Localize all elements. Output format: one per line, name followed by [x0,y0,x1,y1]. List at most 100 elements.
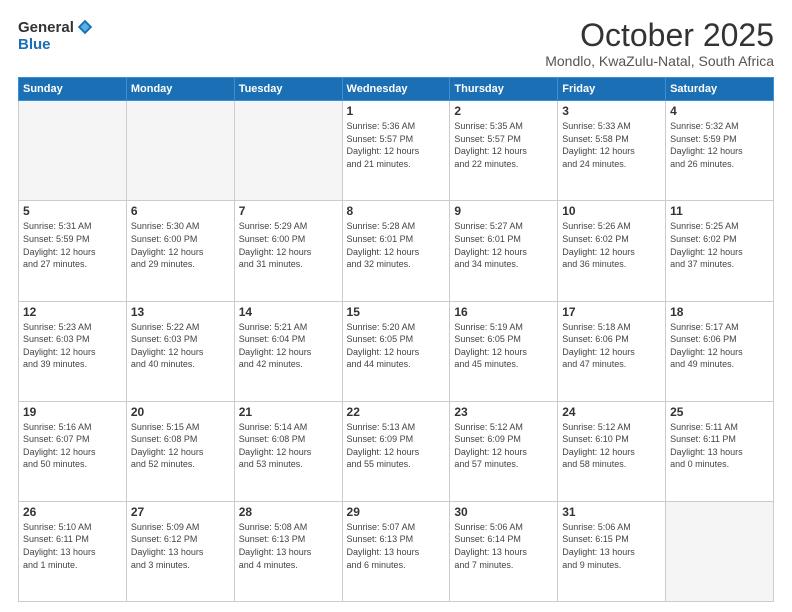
day-number: 9 [454,204,553,218]
calendar-week-row: 1 Sunrise: 5:36 AM Sunset: 5:57 PM Daylig… [19,101,774,201]
table-row: 27 Sunrise: 5:09 AM Sunset: 6:12 PM Dayli… [126,501,234,601]
day-number: 15 [347,305,446,319]
day-info: Sunrise: 5:06 AM Sunset: 6:14 PM Dayligh… [454,521,553,571]
table-row: 13 Sunrise: 5:22 AM Sunset: 6:03 PM Dayli… [126,301,234,401]
day-number: 28 [239,505,338,519]
day-info: Sunrise: 5:23 AM Sunset: 6:03 PM Dayligh… [23,321,122,371]
day-number: 24 [562,405,661,419]
day-info: Sunrise: 5:18 AM Sunset: 6:06 PM Dayligh… [562,321,661,371]
day-info: Sunrise: 5:36 AM Sunset: 5:57 PM Dayligh… [347,120,446,170]
day-info: Sunrise: 5:09 AM Sunset: 6:12 PM Dayligh… [131,521,230,571]
day-number: 14 [239,305,338,319]
table-row: 6 Sunrise: 5:30 AM Sunset: 6:00 PM Daylig… [126,201,234,301]
table-row: 20 Sunrise: 5:15 AM Sunset: 6:08 PM Dayli… [126,401,234,501]
day-number: 7 [239,204,338,218]
day-number: 27 [131,505,230,519]
table-row: 25 Sunrise: 5:11 AM Sunset: 6:11 PM Dayli… [666,401,774,501]
day-number: 22 [347,405,446,419]
location: Mondlo, KwaZulu-Natal, South Africa [545,53,774,69]
col-saturday: Saturday [666,78,774,101]
day-number: 21 [239,405,338,419]
day-info: Sunrise: 5:13 AM Sunset: 6:09 PM Dayligh… [347,421,446,471]
table-row: 30 Sunrise: 5:06 AM Sunset: 6:14 PM Dayli… [450,501,558,601]
col-sunday: Sunday [19,78,127,101]
day-info: Sunrise: 5:06 AM Sunset: 6:15 PM Dayligh… [562,521,661,571]
table-row [666,501,774,601]
day-number: 31 [562,505,661,519]
day-number: 25 [670,405,769,419]
day-number: 6 [131,204,230,218]
table-row: 10Sunrise: 5:26 AM Sunset: 6:02 PM Dayli… [558,201,666,301]
day-number: 1 [347,104,446,118]
table-row: 8 Sunrise: 5:28 AM Sunset: 6:01 PM Daylig… [342,201,450,301]
day-info: Sunrise: 5:21 AM Sunset: 6:04 PM Dayligh… [239,321,338,371]
day-number: 4 [670,104,769,118]
day-number: 29 [347,505,446,519]
day-info: Sunrise: 5:07 AM Sunset: 6:13 PM Dayligh… [347,521,446,571]
day-number: 19 [23,405,122,419]
logo-general-text: General [18,19,74,36]
day-info: Sunrise: 5:30 AM Sunset: 6:00 PM Dayligh… [131,220,230,270]
day-info: Sunrise: 5:33 AM Sunset: 5:58 PM Dayligh… [562,120,661,170]
day-info: Sunrise: 5:08 AM Sunset: 6:13 PM Dayligh… [239,521,338,571]
table-row: 3Sunrise: 5:33 AM Sunset: 5:58 PM Daylig… [558,101,666,201]
day-number: 18 [670,305,769,319]
day-info: Sunrise: 5:11 AM Sunset: 6:11 PM Dayligh… [670,421,769,471]
col-thursday: Thursday [450,78,558,101]
month-title: October 2025 [545,18,774,53]
col-tuesday: Tuesday [234,78,342,101]
table-row [126,101,234,201]
table-row: 19 Sunrise: 5:16 AM Sunset: 6:07 PM Dayli… [19,401,127,501]
day-info: Sunrise: 5:20 AM Sunset: 6:05 PM Dayligh… [347,321,446,371]
table-row: 9Sunrise: 5:27 AM Sunset: 6:01 PM Daylig… [450,201,558,301]
day-number: 8 [347,204,446,218]
day-info: Sunrise: 5:16 AM Sunset: 6:07 PM Dayligh… [23,421,122,471]
col-friday: Friday [558,78,666,101]
col-wednesday: Wednesday [342,78,450,101]
table-row: 31 Sunrise: 5:06 AM Sunset: 6:15 PM Dayli… [558,501,666,601]
table-row: 26Sunrise: 5:10 AM Sunset: 6:11 PM Dayli… [19,501,127,601]
table-row: 14 Sunrise: 5:21 AM Sunset: 6:04 PM Dayli… [234,301,342,401]
day-number: 2 [454,104,553,118]
page: General Blue October 2025 Mondlo, KwaZul… [0,0,792,612]
table-row: 16Sunrise: 5:19 AM Sunset: 6:05 PM Dayli… [450,301,558,401]
calendar-table: Sunday Monday Tuesday Wednesday Thursday… [18,77,774,602]
day-info: Sunrise: 5:15 AM Sunset: 6:08 PM Dayligh… [131,421,230,471]
table-row: 18Sunrise: 5:17 AM Sunset: 6:06 PM Dayli… [666,301,774,401]
day-info: Sunrise: 5:28 AM Sunset: 6:01 PM Dayligh… [347,220,446,270]
day-info: Sunrise: 5:22 AM Sunset: 6:03 PM Dayligh… [131,321,230,371]
table-row: 1 Sunrise: 5:36 AM Sunset: 5:57 PM Daylig… [342,101,450,201]
day-number: 23 [454,405,553,419]
day-number: 5 [23,204,122,218]
day-info: Sunrise: 5:32 AM Sunset: 5:59 PM Dayligh… [670,120,769,170]
day-number: 30 [454,505,553,519]
table-row: 7Sunrise: 5:29 AM Sunset: 6:00 PM Daylig… [234,201,342,301]
table-row: 17Sunrise: 5:18 AM Sunset: 6:06 PM Dayli… [558,301,666,401]
table-row: 2Sunrise: 5:35 AM Sunset: 5:57 PM Daylig… [450,101,558,201]
table-row: 29 Sunrise: 5:07 AM Sunset: 6:13 PM Dayli… [342,501,450,601]
table-row: 12Sunrise: 5:23 AM Sunset: 6:03 PM Dayli… [19,301,127,401]
table-row: 22 Sunrise: 5:13 AM Sunset: 6:09 PM Dayli… [342,401,450,501]
table-row: 28 Sunrise: 5:08 AM Sunset: 6:13 PM Dayli… [234,501,342,601]
day-info: Sunrise: 5:10 AM Sunset: 6:11 PM Dayligh… [23,521,122,571]
calendar-week-row: 19 Sunrise: 5:16 AM Sunset: 6:07 PM Dayli… [19,401,774,501]
logo-blue-text: Blue [18,36,51,53]
table-row [19,101,127,201]
header: General Blue October 2025 Mondlo, KwaZul… [18,18,774,69]
day-number: 10 [562,204,661,218]
day-info: Sunrise: 5:14 AM Sunset: 6:08 PM Dayligh… [239,421,338,471]
day-info: Sunrise: 5:19 AM Sunset: 6:05 PM Dayligh… [454,321,553,371]
logo-icon [76,18,94,36]
table-row: 11Sunrise: 5:25 AM Sunset: 6:02 PM Dayli… [666,201,774,301]
calendar-week-row: 5 Sunrise: 5:31 AM Sunset: 5:59 PM Daylig… [19,201,774,301]
day-number: 13 [131,305,230,319]
calendar-header-row: Sunday Monday Tuesday Wednesday Thursday… [19,78,774,101]
day-info: Sunrise: 5:25 AM Sunset: 6:02 PM Dayligh… [670,220,769,270]
table-row: 5 Sunrise: 5:31 AM Sunset: 5:59 PM Daylig… [19,201,127,301]
table-row: 24 Sunrise: 5:12 AM Sunset: 6:10 PM Dayli… [558,401,666,501]
day-info: Sunrise: 5:31 AM Sunset: 5:59 PM Dayligh… [23,220,122,270]
table-row: 15 Sunrise: 5:20 AM Sunset: 6:05 PM Dayli… [342,301,450,401]
day-number: 20 [131,405,230,419]
title-section: October 2025 Mondlo, KwaZulu-Natal, Sout… [545,18,774,69]
day-info: Sunrise: 5:12 AM Sunset: 6:10 PM Dayligh… [562,421,661,471]
